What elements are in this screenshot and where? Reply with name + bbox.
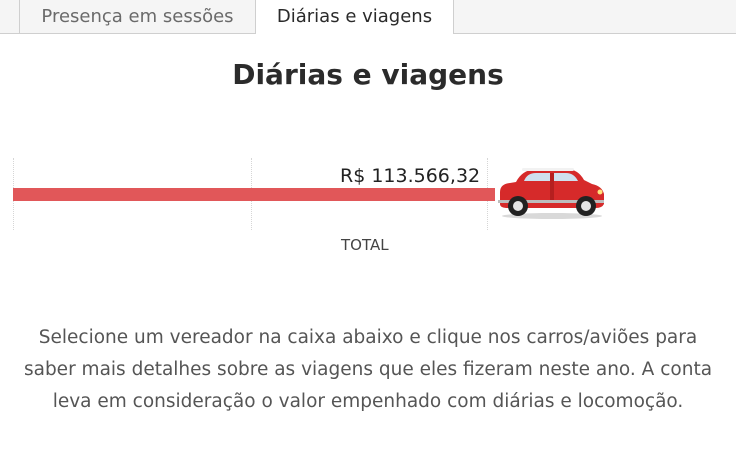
tab-presenca-em-sessoes[interactable]: Presença em sessões xyxy=(19,0,256,33)
bar-chart: R$ 113.566,32 TOTAL xyxy=(0,150,736,270)
page-title: Diárias e viagens xyxy=(232,58,504,91)
bar-total[interactable] xyxy=(13,188,495,201)
instructions-text: Selecione um vereador na caixa abaixo e … xyxy=(23,327,713,412)
car-icon[interactable] xyxy=(494,164,608,220)
data-label-total: R$ 113.566,32 xyxy=(340,165,481,187)
tab-diarias-e-viagens[interactable]: Diárias e viagens xyxy=(256,0,454,34)
tab-bar: Presença em sessões Diárias e viagens xyxy=(0,0,736,34)
category-label-total: TOTAL xyxy=(341,236,389,254)
